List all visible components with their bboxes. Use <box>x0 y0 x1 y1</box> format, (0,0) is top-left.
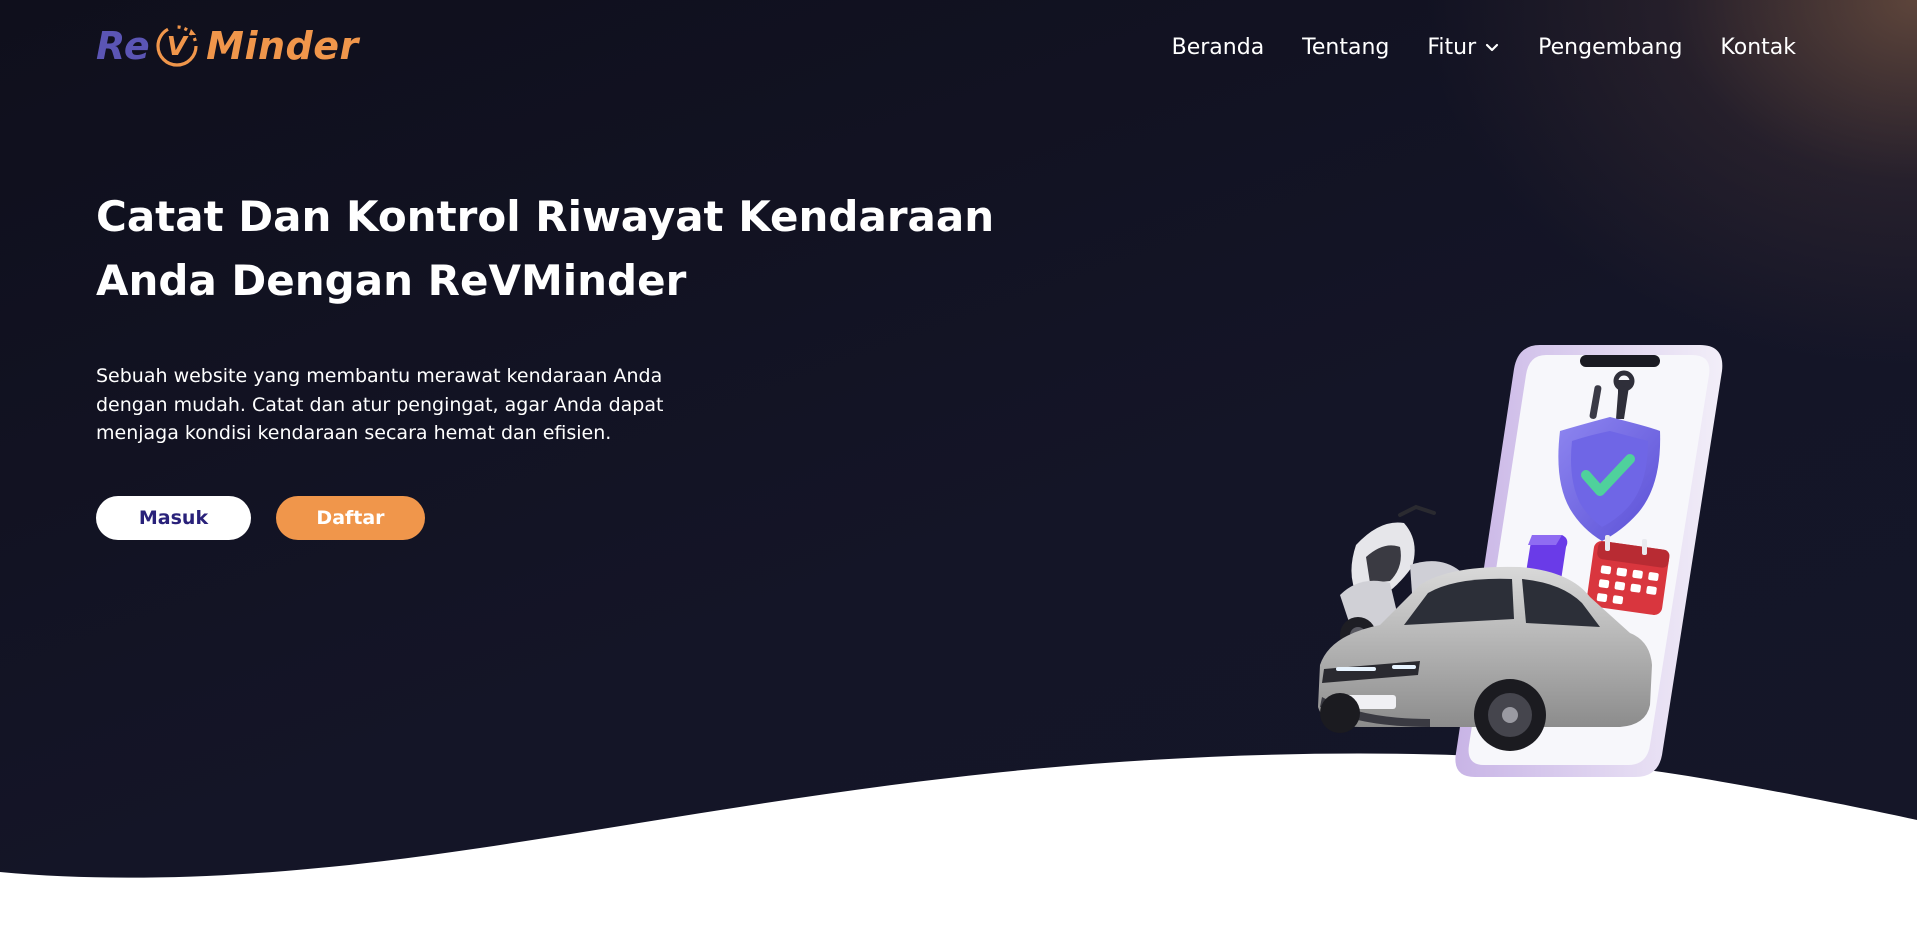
nav-item-kontak[interactable]: Kontak <box>1720 28 1796 66</box>
hero-illustration <box>1318 345 1723 777</box>
logo-suffix: Minder <box>206 24 359 68</box>
nav-item-pengembang[interactable]: Pengembang <box>1538 28 1682 66</box>
nav-item-beranda[interactable]: Beranda <box>1172 28 1265 66</box>
chevron-down-icon <box>1486 43 1499 52</box>
register-button[interactable]: Daftar <box>276 496 425 540</box>
nav-item-fitur-label: Fitur <box>1427 34 1477 60</box>
main-nav: Beranda Tentang Fitur Pengembang Kontak <box>1172 28 1796 66</box>
logo-mark-letter: V <box>167 32 189 62</box>
hero-section: Re V Minder Beranda Tentang Fitur Pengem… <box>0 0 1917 932</box>
login-button[interactable]: Masuk <box>96 496 251 540</box>
hero-description: Sebuah website yang membantu merawat ken… <box>96 365 664 444</box>
hero-headline: Catat Dan Kontrol Riwayat Kendaraan Anda… <box>96 192 995 305</box>
nav-item-fitur[interactable]: Fitur <box>1427 28 1500 66</box>
logo-prefix: Re <box>96 24 151 68</box>
nav-item-tentang[interactable]: Tentang <box>1302 28 1389 66</box>
logo-v-clock-icon: V <box>156 25 198 67</box>
brand-logo[interactable]: Re V Minder <box>96 16 359 76</box>
